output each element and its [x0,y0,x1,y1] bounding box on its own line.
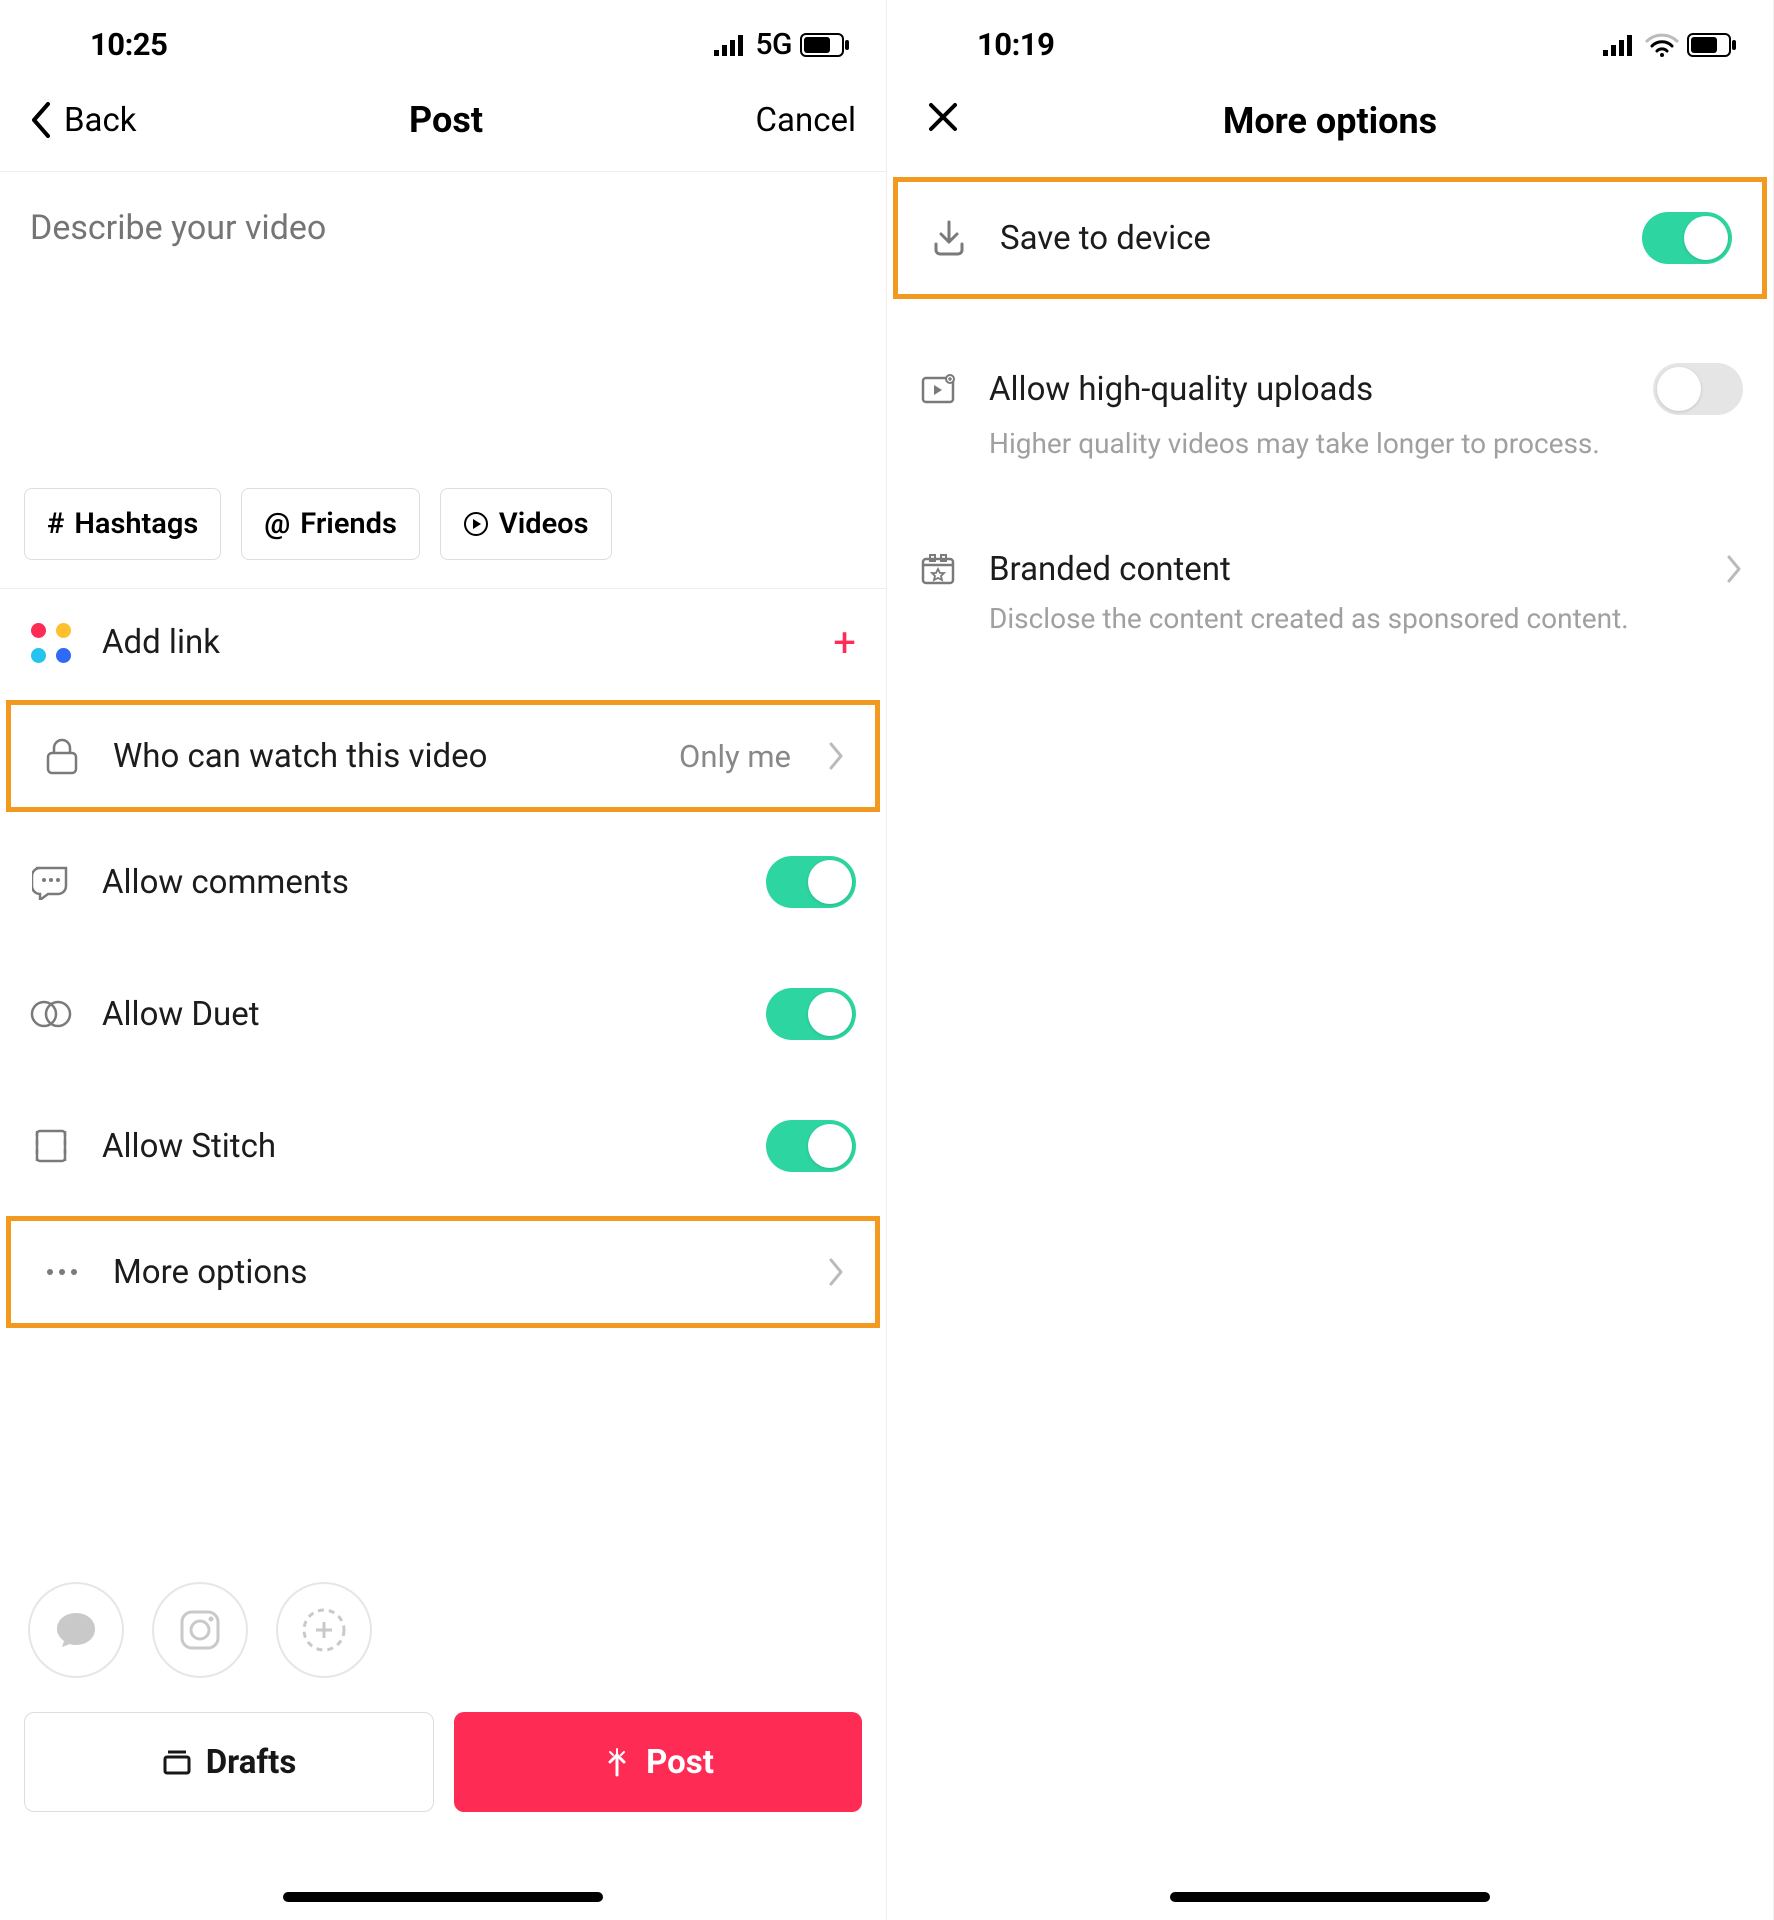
add-link-row[interactable]: Add link + [0,589,886,696]
allow-comments-row: Allow comments [0,816,886,948]
allow-duet-toggle[interactable] [766,988,856,1040]
battery-icon [1687,33,1737,57]
close-icon [927,101,959,133]
navbar: More options [887,81,1773,173]
video-upload-icon [920,373,956,405]
signal-icon [1603,34,1637,56]
duet-icon [30,999,72,1029]
drafts-icon [162,1748,192,1776]
page-title: More options [1223,100,1437,142]
share-story-button[interactable] [276,1582,372,1678]
stitch-icon [34,1128,68,1164]
hash-icon: # [47,507,64,541]
download-icon [932,220,966,256]
bottom-buttons: Drafts Post [0,1704,886,1820]
lock-icon [45,737,79,775]
play-circle-icon [463,511,489,537]
hashtags-chip[interactable]: # Hashtags [24,488,221,560]
save-to-device-row: Save to device [893,177,1767,299]
upload-spark-icon [602,1747,632,1777]
chip-label: Videos [499,507,589,541]
signal-icon [714,34,748,56]
row-label: Add link [102,623,803,662]
row-label: Allow high-quality uploads [989,370,1623,409]
status-bar: 10:19 [887,0,1773,81]
home-indicator [283,1892,603,1902]
row-label: Who can watch this video [113,737,649,776]
back-label: Back [64,101,137,140]
more-options-row[interactable]: More options [6,1216,880,1328]
row-label: Allow Duet [102,995,736,1034]
chip-label: Friends [300,507,397,541]
wifi-icon [1645,33,1679,57]
status-icons [1603,33,1737,57]
save-to-device-toggle[interactable] [1642,212,1732,264]
navbar: Back Post Cancel [0,81,886,172]
comment-icon [32,864,70,900]
status-bar: 10:25 5G [0,0,886,81]
videos-chip[interactable]: Videos [440,488,612,560]
row-label: Branded content [989,550,1697,589]
more-icon [44,1267,80,1277]
back-button[interactable]: Back [30,101,137,140]
allow-comments-toggle[interactable] [766,856,856,908]
privacy-row[interactable]: Who can watch this video Only me [6,700,880,812]
chevron-right-icon [1727,555,1743,583]
hq-uploads-toggle[interactable] [1653,363,1743,415]
share-chat-button[interactable] [28,1582,124,1678]
branded-icon [920,552,956,586]
more-options-screen: 10:19 More options Save to device Allow … [887,0,1774,1920]
button-label: Post [646,1743,714,1782]
drafts-button[interactable]: Drafts [24,1712,434,1812]
row-subtitle: Disclose the content created as sponsore… [887,602,1773,663]
post-screen: 10:25 5G Back Post Cancel # Hashtags @ F… [0,0,887,1920]
post-button[interactable]: Post [454,1712,862,1812]
story-plus-icon [300,1606,348,1654]
friends-chip[interactable]: @ Friends [241,488,420,560]
share-instagram-button[interactable] [152,1582,248,1678]
allow-stitch-toggle[interactable] [766,1120,856,1172]
page-title: Post [409,99,483,141]
row-label: Allow Stitch [102,1127,736,1166]
network-label: 5G [756,27,793,62]
row-label: Allow comments [102,863,736,902]
link-dots-icon [30,622,72,664]
cancel-button[interactable]: Cancel [756,101,856,140]
instagram-icon [177,1607,223,1653]
allow-duet-row: Allow Duet [0,948,886,1080]
chip-label: Hashtags [74,507,198,541]
home-indicator [1170,1892,1490,1902]
row-label: Save to device [1000,219,1612,258]
status-icons: 5G [714,27,851,62]
chevron-left-icon [30,102,52,138]
close-button[interactable] [917,99,969,143]
plus-icon: + [833,619,856,666]
share-row [0,1556,886,1704]
chat-bubble-icon [53,1609,99,1651]
chevron-right-icon [829,742,845,770]
chip-row: # Hashtags @ Friends Videos [0,488,886,589]
row-value: Only me [679,738,791,775]
row-label: More options [113,1253,799,1292]
battery-icon [800,33,850,57]
row-subtitle: Higher quality videos may take longer to… [887,427,1773,488]
status-time: 10:19 [977,26,1054,63]
status-time: 10:25 [90,26,167,63]
allow-stitch-row: Allow Stitch [0,1080,886,1212]
description-input[interactable] [0,172,886,488]
chevron-right-icon [829,1258,845,1286]
at-icon: @ [264,507,290,541]
button-label: Drafts [206,1743,297,1782]
